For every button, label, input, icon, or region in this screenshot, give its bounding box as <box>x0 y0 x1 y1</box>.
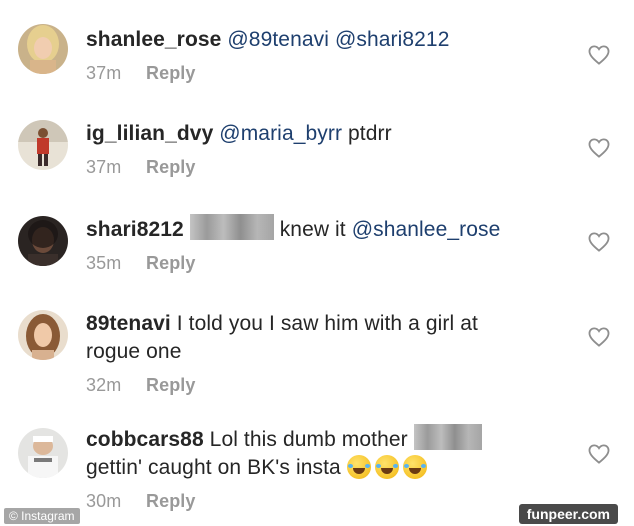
comment-text: ptdrr <box>348 122 392 145</box>
avatar[interactable] <box>18 120 68 170</box>
comment-text: knew it <box>279 218 346 241</box>
avatar[interactable] <box>18 216 68 266</box>
heart-icon[interactable] <box>588 327 610 347</box>
comment-timestamp: 37m <box>86 157 122 177</box>
comment-meta: 37m Reply <box>86 156 556 178</box>
comment-timestamp: 30m <box>86 491 122 511</box>
reply-button[interactable]: Reply <box>146 157 196 177</box>
face-with-tears-of-joy-icon <box>374 455 399 479</box>
comment-username[interactable]: ig_lilian_dvy <box>86 122 213 145</box>
funpeer-watermark: funpeer.com <box>518 504 618 524</box>
comment-timestamp: 35m <box>86 253 122 273</box>
comment-mentions[interactable]: @89tenavi @shari8212 <box>227 28 449 51</box>
comment-mention[interactable]: @shanlee_rose <box>352 218 501 241</box>
comment-meta: 30m Reply <box>86 490 556 512</box>
comment-mention[interactable]: @maria_byrr <box>219 122 342 145</box>
heart-icon[interactable] <box>588 138 610 158</box>
comment-text-line-2: gettin' caught on BK's insta <box>86 456 341 479</box>
comment-text-line-1: I told you I saw him with a girl at <box>176 312 478 335</box>
comment-text-line-1: Lol this dumb mother <box>209 428 408 451</box>
reply-button[interactable]: Reply <box>146 63 196 83</box>
comment-timestamp: 32m <box>86 375 122 395</box>
reply-button[interactable]: Reply <box>146 253 196 273</box>
comment-timestamp: 37m <box>86 63 122 83</box>
instagram-watermark: © Instagram <box>4 508 80 524</box>
comment-text-line-2: rogue one <box>86 340 182 363</box>
redacted-blur <box>413 424 482 450</box>
comment-meta: 32m Reply <box>86 374 556 396</box>
comments-screenshot: shanlee_rose @89tenavi @shari8212 37m Rep… <box>0 0 634 526</box>
comment-meta: 35m Reply <box>86 252 556 274</box>
reply-button[interactable]: Reply <box>146 491 196 511</box>
avatar[interactable] <box>18 310 68 360</box>
face-with-tears-of-joy-icon <box>346 455 371 479</box>
avatar[interactable] <box>18 24 68 74</box>
heart-icon[interactable] <box>588 45 610 65</box>
heart-icon[interactable] <box>588 232 610 252</box>
comment-meta: 37m Reply <box>86 62 556 84</box>
face-with-tears-of-joy-icon <box>402 455 427 479</box>
heart-icon[interactable] <box>588 444 610 464</box>
avatar[interactable] <box>18 428 68 478</box>
redacted-blur <box>189 214 274 240</box>
comment-username[interactable]: shanlee_rose <box>86 28 221 51</box>
comment-username[interactable]: cobbcars88 <box>86 428 204 451</box>
comment-username[interactable]: shari8212 <box>86 218 184 241</box>
reply-button[interactable]: Reply <box>146 375 196 395</box>
comment-username[interactable]: 89tenavi <box>86 312 171 335</box>
